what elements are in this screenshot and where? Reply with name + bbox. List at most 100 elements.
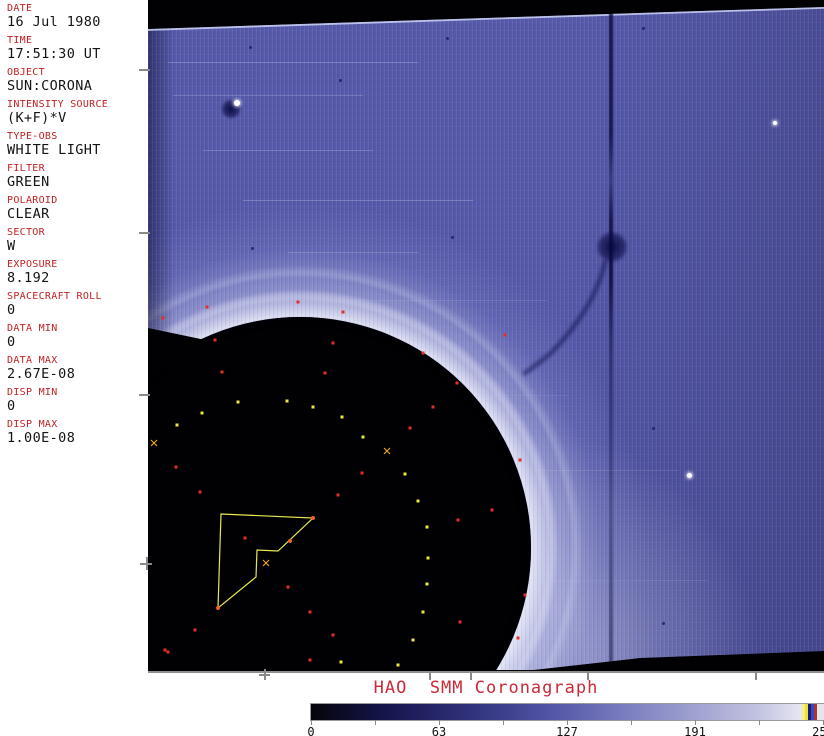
yellow-fiducial-dot [411,638,415,642]
metadata-field: EXPOSURE 8.192 [7,258,145,286]
red-fiducial-dot [341,310,345,314]
red-fiducial-dot [421,351,425,355]
field-value: 0 [7,302,16,318]
red-fiducial-dot [408,426,412,430]
red-fiducial-dot [518,458,522,462]
colorbar-tick-label: 63 [431,725,447,736]
red-fiducial-dot [336,493,340,497]
red-fiducial-dot [323,371,327,375]
image-title: HAO SMM Coronagraph [373,678,599,698]
red-fiducial-dot [163,648,167,652]
field-value: 2.67E-08 [7,366,76,382]
yellow-fiducial-dot [396,663,400,667]
red-fiducial-dot [456,518,460,522]
metadata-field: DATE 16 Jul 1980 [7,2,145,30]
metadata-field: SPACECRAFT ROLL 0 [7,290,145,318]
polygon-vertex-dot [216,606,220,610]
left-edge-tick [139,69,150,71]
metadata-field: DATA MIN 0 [7,322,145,350]
red-fiducial-dot [308,658,312,662]
footer: HAO SMM Coronagraph 0 63 127 191 255 [148,673,824,736]
polygon-vertex-dot [288,539,292,543]
metadata-field: DISP MIN 0 [7,386,145,414]
field-label: SECTOR [7,227,45,238]
field-value: 1.00E-08 [7,430,76,446]
red-fiducial-dot [331,341,335,345]
metadata-sidebar: DATE 16 Jul 1980 TIME 17:51:30 UT OBJECT SUN:… [0,0,146,673]
red-fiducial-dot [161,316,165,320]
field-value: CLEAR [7,206,50,222]
metadata-field: POLAROID CLEAR [7,194,145,222]
yellow-fiducial-dot [416,499,420,503]
colorbar-tick-label: 255 [812,725,824,736]
red-fiducial-dot [296,300,300,304]
metadata-field: INTENSITY SOURCE (K+F)*V [7,98,145,126]
red-fiducial-dot [455,381,459,385]
field-value: W [7,238,16,254]
left-edge-tick [139,232,150,234]
field-value: 0 [7,398,16,414]
yellow-fiducial-dot [361,435,365,439]
field-label: DISP MIN [7,387,58,398]
red-fiducial-dot [198,490,202,494]
red-fiducial-dot [431,405,435,409]
bottom-edge-tick [755,672,757,680]
red-fiducial-dot [308,610,312,614]
colorbar-labels: 0 63 127 191 255 [307,725,824,736]
intensity-colorbar [310,703,824,721]
yellow-fiducial-dot [200,411,204,415]
field-label: SPACECRAFT ROLL [7,291,102,302]
metadata-field: FILTER GREEN [7,162,145,190]
bottom-plus-tick [264,669,266,680]
x-marker [262,559,270,567]
red-fiducial-dot [360,471,364,475]
bottom-edge-tick [470,672,472,680]
metadata-field: TYPE-OBS WHITE LIGHT [7,130,145,158]
red-fiducial-dot [490,508,494,512]
x-marker [150,439,158,447]
metadata-field: DATA MAX 2.67E-08 [7,354,145,382]
metadata-field-list: DATE 16 Jul 1980 TIME 17:51:30 UT OBJECT SUN:… [7,2,145,450]
red-fiducial-dot [205,305,209,309]
yellow-fiducial-dot [425,525,429,529]
field-value: 8.192 [7,270,50,286]
metadata-field: SECTOR W [7,226,145,254]
red-fiducial-dot [220,370,224,374]
metadata-field: OBJECT SUN:CORONA [7,66,145,94]
red-fiducial-dot [458,620,462,624]
yellow-fiducial-dot [236,400,240,404]
field-value: (K+F)*V [7,110,67,126]
left-edge-tick [139,394,150,396]
bottom-edge-tick [429,672,431,680]
yellow-fiducial-dot [340,415,344,419]
colorbar-tick-label: 0 [307,725,315,736]
yellow-fiducial-dot [285,399,289,403]
red-fiducial-dot [331,633,335,637]
red-fiducial-dot [516,636,520,640]
red-fiducial-dot [166,650,170,654]
red-fiducial-dot [193,628,197,632]
red-fiducial-dot [503,333,507,337]
red-fiducial-dot [286,585,290,589]
field-value: 16 Jul 1980 [7,14,101,30]
left-plus-tick [146,557,148,570]
colorbar-tick-label: 127 [556,725,578,736]
metadata-field: DISP MAX 1.00E-08 [7,418,145,446]
yellow-fiducial-dot [425,582,429,586]
screen: DATE 16 Jul 1980 TIME 17:51:30 UT OBJECT SUN:… [0,0,824,736]
field-value: 0 [7,334,16,350]
yellow-fiducial-dot [339,660,343,664]
x-marker [383,447,391,455]
field-label: DATA MIN [7,323,58,334]
polygon-vertex-dot [311,516,315,520]
yellow-fiducial-dot [175,423,179,427]
coronagraph-image [148,0,824,673]
yellow-polygon [217,513,315,610]
red-fiducial-dot [174,465,178,469]
yellow-fiducial-dot [403,472,407,476]
yellow-fiducial-dot [426,556,430,560]
red-fiducial-dot [523,593,527,597]
bottom-edge-tick [587,672,589,680]
red-fiducial-dot [213,338,217,342]
fiducial-marker-overlay [150,300,527,667]
